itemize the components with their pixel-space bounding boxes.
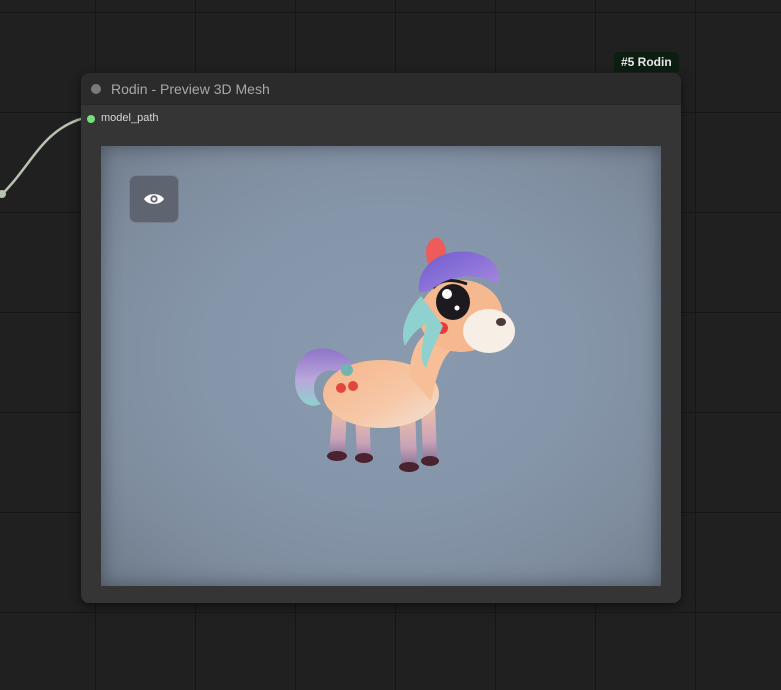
- pony-3d-model: [295, 237, 515, 472]
- input-label: model_path: [101, 112, 159, 124]
- preview-3d-mesh-node[interactable]: Rodin - Preview 3D Mesh model_path: [81, 73, 681, 603]
- node-title: Rodin - Preview 3D Mesh: [111, 81, 270, 97]
- eye-icon: [144, 194, 164, 204]
- node-header[interactable]: Rodin - Preview 3D Mesh: [81, 73, 681, 105]
- node-id-badge: #5 Rodin: [614, 52, 679, 72]
- 3d-preview-viewport[interactable]: [101, 146, 661, 586]
- collapse-dot-icon[interactable]: [91, 84, 101, 94]
- input-connector-dot[interactable]: [87, 115, 95, 123]
- visibility-toggle-button[interactable]: [129, 175, 179, 223]
